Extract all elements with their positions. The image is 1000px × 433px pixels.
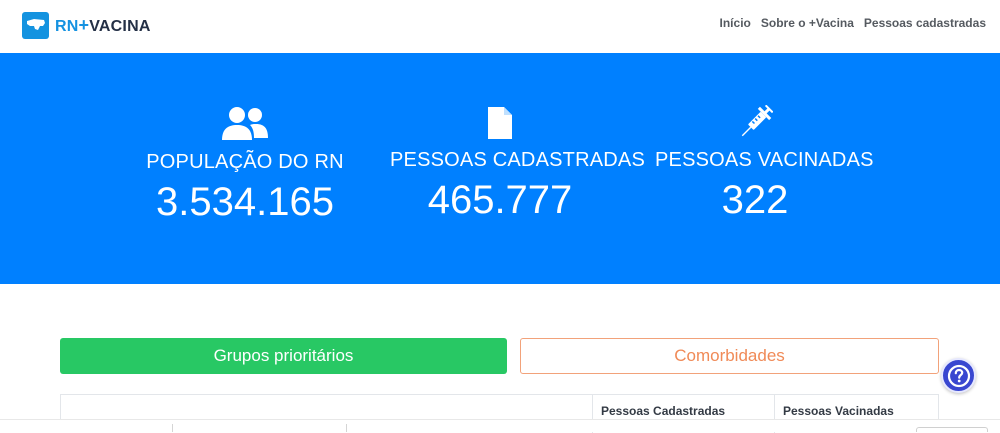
logo-rn: RN xyxy=(55,17,79,35)
users-icon xyxy=(222,107,268,140)
nav-sobre[interactable]: Sobre o +Vacina xyxy=(761,16,854,30)
file-icon xyxy=(488,107,512,139)
logo[interactable]: RN+VACINA xyxy=(22,11,151,39)
grupos-prioritarios-button[interactable]: Grupos prioritários xyxy=(60,338,507,374)
comorbidades-button[interactable]: Comorbidades xyxy=(520,338,939,374)
logo-text: RN+VACINA xyxy=(55,15,151,36)
stat-value: 3.534.165 xyxy=(156,180,334,224)
stat-label: PESSOAS CADASTRADAS xyxy=(390,149,645,171)
help-button[interactable] xyxy=(941,358,976,393)
bottom-control[interactable] xyxy=(916,427,988,432)
bottom-toolbar xyxy=(0,419,1000,432)
stat-label: PESSOAS VACINADAS xyxy=(655,149,874,171)
top-navbar: RN+VACINA Início Sobre o +Vacina Pessoas… xyxy=(0,0,1000,53)
question-circle-icon xyxy=(947,364,970,387)
nav-inicio[interactable]: Início xyxy=(720,16,751,30)
stat-populacao: POPULAÇÃO DO RN 3.534.165 xyxy=(145,105,345,225)
syringe-icon xyxy=(741,105,773,137)
logo-plus: + xyxy=(78,14,90,35)
stat-label: POPULAÇÃO DO RN xyxy=(146,151,344,173)
stat-value: 322 xyxy=(721,178,789,222)
divider xyxy=(346,424,347,432)
stat-cadastradas: PESSOAS CADASTRADAS 465.777 xyxy=(390,105,645,223)
logo-name: VACINA xyxy=(89,17,151,35)
stats-banner: POPULAÇÃO DO RN 3.534.165 PESSOAS CADAST… xyxy=(0,53,1000,284)
divider xyxy=(172,424,173,432)
stat-vacinadas: PESSOAS VACINADAS 322 xyxy=(655,105,874,223)
nav-menu: Início Sobre o +Vacina Pessoas cadastrad… xyxy=(720,16,986,30)
rn-map-icon xyxy=(22,11,49,39)
stat-value: 465.777 xyxy=(427,178,573,222)
nav-pessoas-cadastradas[interactable]: Pessoas cadastradas xyxy=(864,16,986,30)
